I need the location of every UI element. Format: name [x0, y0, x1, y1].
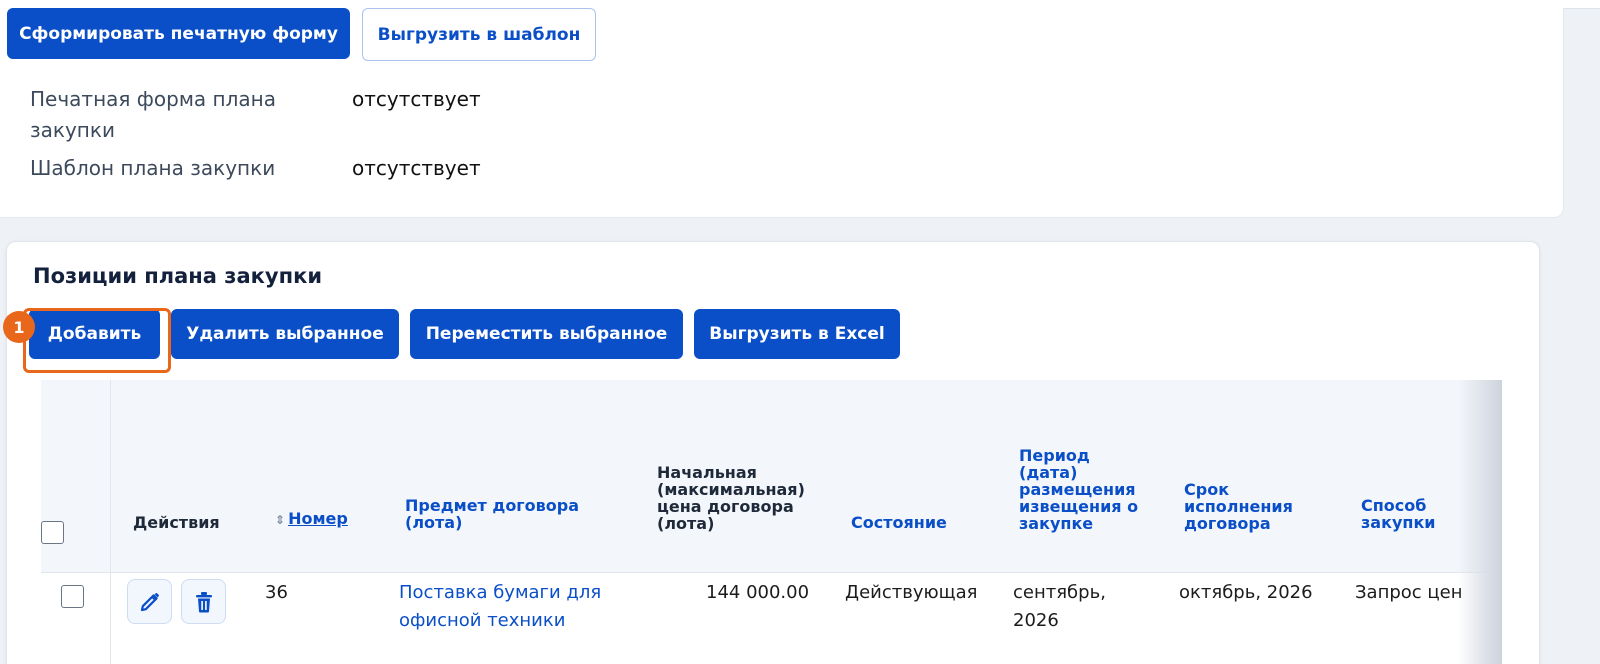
cell-method: Запрос цен: [1355, 582, 1463, 603]
pencil-icon: [140, 592, 159, 611]
column-term: Срок исполнения договора: [1184, 480, 1293, 533]
column-period: Период (дата) размещения извещения о зак…: [1019, 446, 1139, 533]
column-status: Состояние: [851, 513, 947, 532]
print-form-button[interactable]: Сформировать печатную форму: [7, 8, 350, 59]
cell-period: сентябрь, 2026: [1013, 582, 1106, 631]
template-value: отсутствует: [352, 156, 481, 180]
column-method: Способ закупки: [1361, 496, 1436, 532]
column-subject: Предмет договора (лота): [405, 496, 580, 532]
annotation-badge: 1: [3, 311, 35, 343]
cell-subject-link[interactable]: Поставка бумаги для офисной техники: [399, 579, 619, 635]
row-checkbox[interactable]: [61, 585, 84, 608]
section-title: Позиции плана закупки: [33, 264, 323, 288]
print-form-value: отсутствует: [352, 87, 481, 111]
horizontal-scroll-fade: [1458, 380, 1502, 664]
move-selected-button[interactable]: Переместить выбранное: [410, 309, 683, 359]
sort-arrows-icon[interactable]: ⇕: [275, 512, 285, 529]
print-form-label: Печатная форма плана закупки: [30, 87, 276, 142]
column-price: Начальная (максимальная) цена договора (…: [657, 463, 805, 533]
column-number-label[interactable]: Номер: [288, 509, 348, 528]
edit-button[interactable]: [127, 579, 172, 624]
export-template-button[interactable]: Выгрузить в шаблон: [362, 8, 596, 61]
template-label: Шаблон плана закупки: [30, 156, 276, 180]
cell-status: Действующая: [845, 582, 978, 603]
delete-selected-button[interactable]: Удалить выбранное: [171, 309, 399, 359]
column-number[interactable]: ⇕ Номер: [275, 510, 348, 529]
purchase-plan-page: Сформировать печатную форму Выгрузить в …: [0, 0, 1600, 664]
cell-price: 144 000.00: [706, 582, 810, 603]
cell-term: октябрь, 2026: [1179, 582, 1313, 603]
select-all-checkbox[interactable]: [41, 521, 64, 544]
positions-table: Действия ⇕ Номер Предмет договора (лота) …: [41, 380, 1502, 664]
trash-icon: [195, 591, 212, 612]
cell-number: 36: [265, 582, 288, 603]
column-actions: Действия: [133, 513, 220, 532]
delete-button[interactable]: [181, 579, 226, 624]
annotation-highlight: [23, 308, 171, 373]
export-excel-button[interactable]: Выгрузить в Excel: [694, 309, 900, 359]
column-divider: [110, 380, 111, 664]
